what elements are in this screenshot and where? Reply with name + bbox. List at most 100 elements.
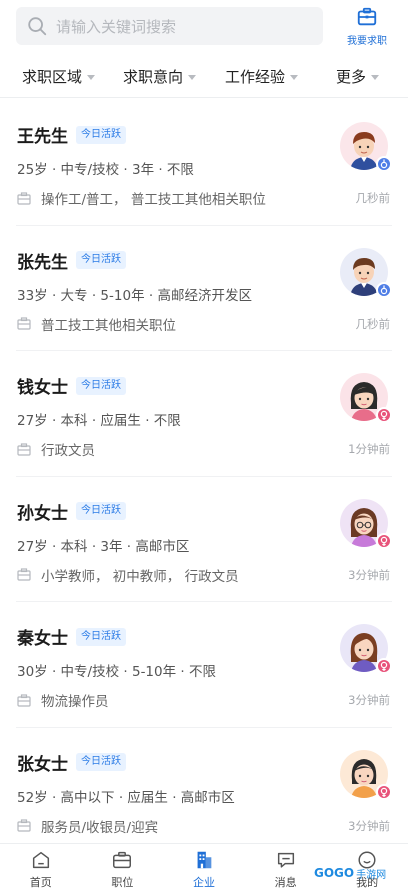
female-icon — [376, 783, 392, 800]
candidate-card[interactable]: 张女士 今日活跃 52岁 · 高中以下 · 应届生 · 高邮市区 服务员/收银员… — [16, 728, 392, 854]
avatar — [340, 624, 392, 674]
candidate-card[interactable]: 张先生 今日活跃 33岁 · 大专 · 5-10年 · 高邮经济开发区 普工技工… — [16, 226, 392, 351]
female-icon — [376, 532, 392, 549]
candidate-job: 操作工/普工， 普工技工其他相关职位 — [41, 192, 266, 208]
candidate-name: 秦女士 — [17, 629, 68, 649]
search-placeholder: 请输入关键词搜索 — [56, 17, 177, 36]
filter-label: 工作经验 — [225, 68, 286, 86]
filter-intention[interactable]: 求职意向 — [123, 66, 197, 87]
nav-home[interactable]: 首页 — [0, 844, 82, 890]
candidate-list: 王先生 今日活跃 25岁 · 中专/技校 · 3年 · 不限 操作工/普工， 普… — [0, 100, 408, 853]
candidate-job: 小学教师， 初中教师， 行政文员 — [41, 568, 239, 585]
candidate-job-row: 行政文员 — [17, 439, 95, 459]
candidate-job: 物流操作员 — [41, 694, 109, 710]
home-icon — [32, 851, 49, 869]
nav-company[interactable]: 企业 — [163, 844, 245, 890]
candidate-card[interactable]: 秦女士 今日活跃 30岁 · 中专/技校 · 5-10年 · 不限 物流操作员 — [16, 602, 392, 728]
avatar — [340, 247, 392, 298]
chevron-down-icon — [290, 75, 299, 80]
name-row: 张先生 今日活跃 — [17, 248, 126, 273]
top-bar: 请输入关键词搜索 我要求职 — [0, 0, 408, 52]
filter-more[interactable]: 更多 — [336, 66, 380, 87]
briefcase-icon — [17, 819, 31, 832]
active-badge: 今日活跃 — [76, 753, 126, 771]
female-icon — [376, 658, 392, 674]
male-icon — [376, 281, 392, 298]
name-row: 秦女士 今日活跃 — [17, 624, 126, 649]
active-badge: 今日活跃 — [76, 502, 126, 520]
candidate-job: 行政文员 — [41, 443, 95, 459]
candidate-job-row: 操作工/普工， 普工技工其他相关职位 — [17, 188, 266, 208]
candidate-meta: 27岁 · 本科 · 3年 · 高邮市区 — [17, 538, 190, 555]
nav-label: 消息 — [274, 876, 297, 889]
name-row: 孙女士 今日活跃 — [17, 499, 126, 524]
avatar — [340, 749, 392, 800]
name-row: 钱女士 今日活跃 — [17, 373, 126, 398]
avatar — [340, 373, 392, 423]
briefcase-icon — [357, 7, 377, 26]
candidate-meta: 33岁 · 大专 · 5-10年 · 高邮经济开发区 — [17, 287, 252, 304]
watermark: GOGO 手游网 — [314, 860, 408, 886]
briefcase-icon — [113, 851, 132, 869]
active-badge: 今日活跃 — [76, 627, 126, 646]
nav-label: 首页 — [29, 876, 52, 889]
candidate-job-row: 普工技工其他相关职位 — [17, 314, 176, 334]
avatar — [340, 122, 392, 172]
candidate-meta: 25岁 · 中专/技校 · 3年 · 不限 — [17, 162, 194, 178]
search-input[interactable]: 请输入关键词搜索 — [16, 7, 323, 45]
name-row: 张女士 今日活跃 — [17, 750, 126, 775]
app-screen: 请输入关键词搜索 我要求职 求职区域 求职意向 工作经验 更多 王先生 今日活跃… — [0, 0, 408, 890]
briefcase-icon — [17, 442, 31, 456]
active-time: 1分钟前 — [348, 442, 390, 456]
candidate-job: 普工技工其他相关职位 — [41, 317, 176, 334]
candidate-job-row: 服务员/收银员/迎宾 — [17, 816, 158, 836]
candidate-card[interactable]: 钱女士 今日活跃 27岁 · 本科 · 应届生 · 不限 行政文员 1分钟前 — [16, 351, 392, 477]
filter-label: 求职区域 — [22, 68, 83, 86]
briefcase-icon — [17, 191, 31, 205]
female-icon — [376, 407, 392, 423]
active-badge: 今日活跃 — [76, 251, 126, 269]
candidate-job-row: 物流操作员 — [17, 690, 109, 710]
message-icon — [277, 852, 294, 868]
candidate-name: 王先生 — [17, 127, 68, 147]
active-badge: 今日活跃 — [76, 376, 126, 395]
nav-jobs[interactable]: 职位 — [82, 844, 164, 890]
candidate-job-row: 小学教师， 初中教师， 行政文员 — [17, 565, 239, 585]
building-icon — [197, 851, 212, 869]
watermark-text: 手游网 — [356, 869, 387, 881]
chevron-down-icon — [371, 75, 380, 80]
chevron-down-icon — [87, 75, 96, 80]
active-time: 3分钟前 — [348, 818, 390, 833]
job-seek-label: 我要求职 — [347, 36, 387, 47]
name-row: 王先生 今日活跃 — [17, 122, 126, 147]
active-time: 几秒前 — [355, 316, 391, 331]
filter-label: 更多 — [336, 68, 367, 86]
briefcase-icon — [17, 693, 31, 707]
candidate-job: 服务员/收银员/迎宾 — [41, 819, 159, 836]
active-time: 几秒前 — [355, 191, 391, 205]
active-time: 3分钟前 — [348, 693, 390, 707]
candidate-meta: 30岁 · 中专/技校 · 5-10年 · 不限 — [17, 664, 216, 680]
filter-region[interactable]: 求职区域 — [22, 66, 96, 87]
avatar — [340, 498, 392, 549]
watermark-logo: GOGO — [314, 866, 355, 880]
candidate-name: 钱女士 — [17, 378, 68, 398]
briefcase-icon — [17, 568, 31, 581]
candidate-card[interactable]: 王先生 今日活跃 25岁 · 中专/技校 · 3年 · 不限 操作工/普工， 普… — [16, 100, 392, 226]
candidate-name: 张女士 — [17, 754, 68, 775]
candidate-meta: 27岁 · 本科 · 应届生 · 不限 — [17, 413, 181, 429]
search-icon — [28, 17, 47, 36]
active-badge: 今日活跃 — [76, 125, 126, 144]
filter-bar: 求职区域 求职意向 工作经验 更多 — [0, 56, 408, 98]
candidate-name: 孙女士 — [17, 503, 68, 524]
chevron-down-icon — [188, 75, 197, 80]
male-icon — [376, 156, 392, 172]
candidate-card[interactable]: 孙女士 今日活跃 27岁 · 本科 · 3年 · 高邮市区 小学教师， 初中教师… — [16, 477, 392, 602]
candidate-meta: 52岁 · 高中以下 · 应届生 · 高邮市区 — [17, 789, 235, 806]
filter-experience[interactable]: 工作经验 — [225, 66, 299, 87]
nav-label: 职位 — [111, 876, 134, 889]
job-seek-button[interactable]: 我要求职 — [340, 4, 394, 48]
nav-label: 企业 — [192, 876, 215, 889]
filter-label: 求职意向 — [123, 68, 184, 86]
candidate-name: 张先生 — [17, 252, 68, 273]
